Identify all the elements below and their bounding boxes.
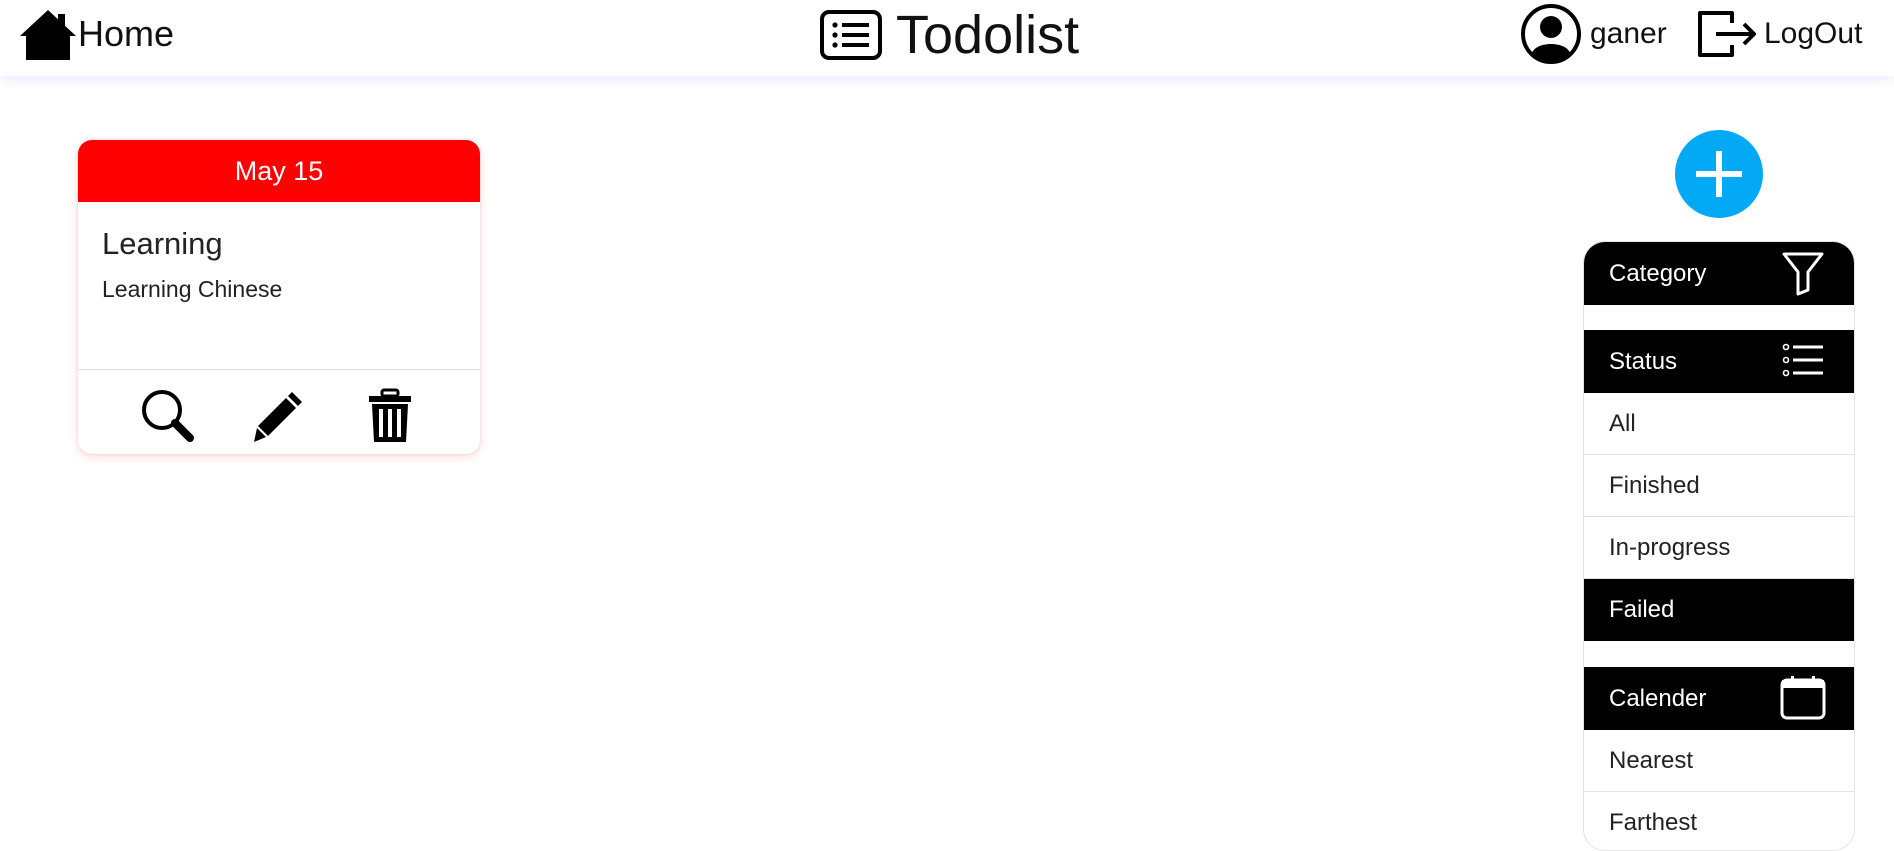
- logout-icon: [1696, 9, 1760, 59]
- home-icon: [18, 6, 78, 62]
- task-title: Learning: [102, 226, 223, 261]
- filter-panel: Category Status All Finished In-progress…: [1583, 241, 1855, 851]
- delete-button[interactable]: [362, 388, 418, 444]
- calendar-option-farthest[interactable]: Farthest: [1584, 792, 1854, 850]
- task-card: May 15 Learning Learning Chinese: [78, 140, 480, 454]
- task-body: Learning Learning Chinese: [78, 202, 480, 370]
- status-option-all[interactable]: All: [1584, 393, 1854, 455]
- add-task-button[interactable]: [1675, 130, 1763, 218]
- status-header[interactable]: Status: [1584, 330, 1854, 393]
- view-button[interactable]: [140, 388, 196, 444]
- calendar-option-nearest[interactable]: Nearest: [1584, 730, 1854, 792]
- calendar-label: Calender: [1609, 684, 1707, 712]
- edit-button[interactable]: [250, 388, 306, 444]
- user-avatar-icon: [1520, 3, 1582, 65]
- status-option-finished[interactable]: Finished: [1584, 455, 1854, 517]
- task-date: May 15: [78, 140, 480, 202]
- status-option-in-progress[interactable]: In-progress: [1584, 517, 1854, 579]
- category-label: Category: [1609, 259, 1707, 287]
- username: ganer: [1590, 17, 1667, 50]
- filter-icon: [1780, 250, 1826, 296]
- home-link[interactable]: Home: [18, 6, 174, 62]
- app-title: Todolist: [820, 4, 1079, 66]
- status-label: Status: [1609, 347, 1678, 375]
- task-description: Learning Chinese: [102, 276, 283, 302]
- trash-icon: [369, 388, 411, 442]
- calendar-icon: [1780, 675, 1826, 721]
- list-icon: [1780, 338, 1826, 384]
- top-navbar: Home Todolist ganer LogOut: [0, 0, 1894, 76]
- category-header[interactable]: Category: [1584, 242, 1854, 305]
- list-box-icon: [820, 10, 882, 60]
- status-option-failed[interactable]: Failed: [1584, 579, 1854, 641]
- pencil-icon: [254, 392, 302, 442]
- app-title-text: Todolist: [896, 5, 1080, 65]
- calendar-header[interactable]: Calender: [1584, 667, 1854, 730]
- task-actions: [78, 370, 480, 454]
- logout-button[interactable]: LogOut: [1696, 8, 1862, 60]
- home-label: Home: [78, 13, 175, 54]
- logout-label: LogOut: [1764, 17, 1863, 50]
- user-profile[interactable]: ganer: [1520, 3, 1667, 65]
- plus-icon: [1696, 151, 1742, 197]
- search-icon: [142, 390, 194, 442]
